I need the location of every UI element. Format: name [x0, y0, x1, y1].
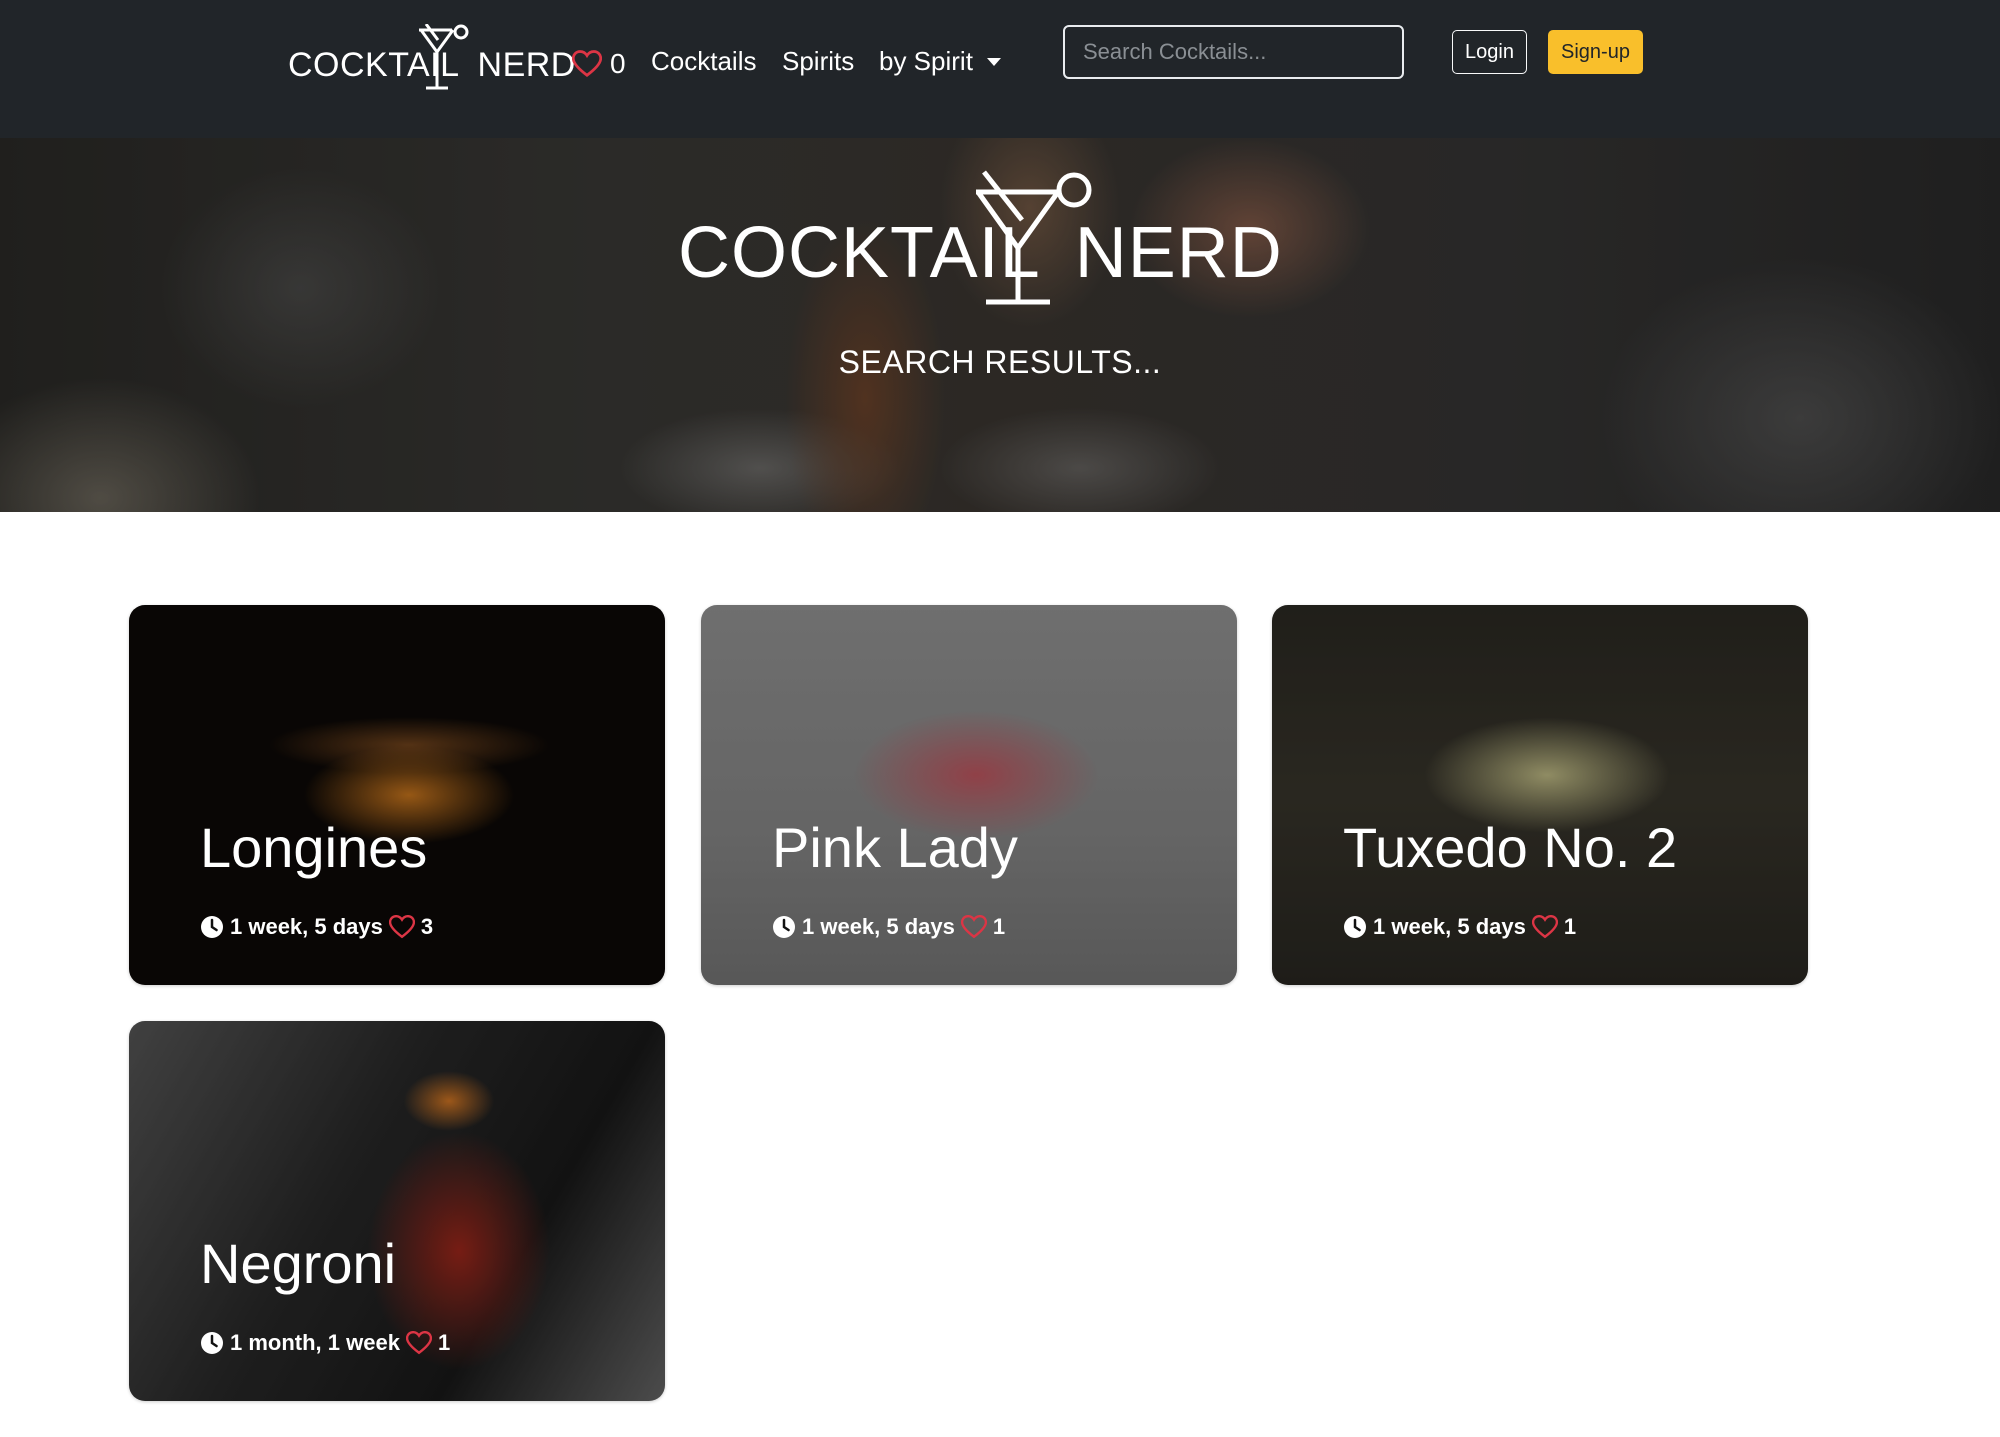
- search-input[interactable]: [1063, 25, 1404, 79]
- heart-icon: [572, 50, 602, 77]
- clock-icon: [201, 1332, 223, 1354]
- like-count: 3: [420, 914, 434, 939]
- card-meta: 1 week, 5 days 3: [200, 913, 433, 941]
- cocktail-card[interactable]: Tuxedo No. 2 1 week, 5 days 1: [1272, 605, 1808, 985]
- martini-glass-icon: [975, 170, 1092, 305]
- hero-logo: COCKTAIL NERD: [675, 168, 1282, 308]
- card-meta: 1 week, 5 days 1: [772, 913, 1005, 941]
- cocktail-age: 1 week, 5 days: [230, 914, 383, 939]
- cocktail-title: Pink Lady: [772, 816, 1018, 879]
- like-count: 1: [992, 914, 1006, 939]
- heart-icon[interactable]: [405, 1331, 432, 1355]
- heart-icon[interactable]: [1531, 915, 1558, 939]
- favorites-count: 0: [610, 48, 626, 79]
- martini-glass-icon: [419, 24, 469, 90]
- cocktail-title: Tuxedo No. 2: [1343, 816, 1678, 879]
- cocktail-card[interactable]: Negroni 1 month, 1 week 1: [129, 1021, 665, 1401]
- brand-logo-link[interactable]: COCKTAIL NERD: [288, 24, 575, 96]
- cocktail-title: Longines: [200, 816, 428, 879]
- cocktail-age: 1 week, 5 days: [802, 914, 955, 939]
- clock-icon: [1344, 916, 1366, 938]
- card-meta: 1 month, 1 week 1: [200, 1329, 450, 1357]
- cocktail-title: Negroni: [200, 1232, 397, 1295]
- cocktail-age: 1 month, 1 week: [230, 1330, 400, 1355]
- heart-icon[interactable]: [960, 915, 987, 939]
- nav-dropdown-by-spirit[interactable]: by Spirit: [879, 46, 1001, 77]
- chevron-down-icon: [986, 57, 1001, 66]
- navbar: COCKTAIL NERD 0 Cocktails Spirits by Spir…: [0, 0, 2000, 138]
- cocktail-age: 1 week, 5 days: [1373, 914, 1526, 939]
- nav-link-cocktails[interactable]: Cocktails: [651, 46, 756, 77]
- like-count: 1: [437, 1330, 451, 1355]
- hero-banner: COCKTAIL NERD SEARCH RESULTS...: [0, 138, 2000, 512]
- nav-link-spirits[interactable]: Spirits: [782, 46, 854, 77]
- favorites-counter[interactable]: 0: [572, 44, 626, 84]
- heart-icon[interactable]: [388, 915, 415, 939]
- login-button[interactable]: Login: [1452, 30, 1527, 74]
- hero-subtitle: SEARCH RESULTS...: [838, 344, 1162, 380]
- signup-button[interactable]: Sign-up: [1548, 30, 1643, 74]
- cocktail-card[interactable]: Longines 1 week, 5 days 3: [129, 605, 665, 985]
- card-meta: 1 week, 5 days 1: [1343, 913, 1576, 941]
- nav-dropdown-label: by Spirit: [879, 46, 973, 76]
- clock-icon: [773, 916, 795, 938]
- cocktail-card[interactable]: Pink Lady 1 week, 5 days 1: [701, 605, 1237, 985]
- like-count: 1: [1563, 914, 1577, 939]
- clock-icon: [201, 916, 223, 938]
